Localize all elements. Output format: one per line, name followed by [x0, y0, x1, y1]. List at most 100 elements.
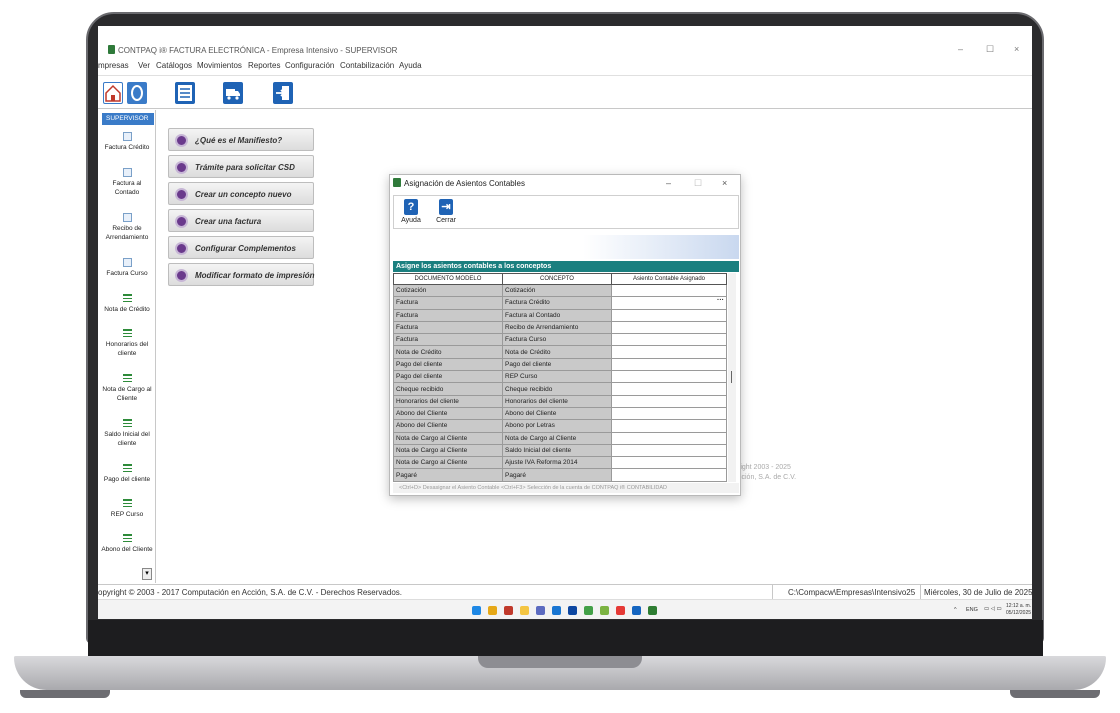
- app-green-icon[interactable]: [584, 606, 593, 615]
- help-button-manifiesto[interactable]: ¿Qué es el Manifiesto?: [168, 128, 314, 151]
- table-row[interactable]: Abono del Cliente Abono del Cliente: [393, 406, 727, 421]
- table-row[interactable]: Nota de Cargo al Cliente Ajuste IVA Refor…: [393, 456, 727, 470]
- app-blue-icon[interactable]: [568, 606, 577, 615]
- start-icon[interactable]: [472, 606, 481, 615]
- table-row[interactable]: Honorarios del cliente Honorarios del cli…: [393, 394, 727, 408]
- close-button[interactable]: ×: [1014, 44, 1019, 54]
- column-header[interactable]: CONCEPTO: [502, 273, 612, 285]
- cell-asiento[interactable]: [611, 370, 727, 384]
- table-row[interactable]: Factura Factura al Contado: [393, 308, 727, 322]
- table-row[interactable]: Cotización Cotización: [393, 283, 727, 298]
- sidebar-item-recibo-arrendamiento[interactable]: Recibo de Arrendamiento: [100, 213, 154, 242]
- app-info-icon[interactable]: [632, 606, 641, 615]
- table-row[interactable]: Pago del cliente Pago del cliente: [393, 357, 727, 372]
- menu-movimientos[interactable]: Movimientos: [197, 61, 242, 70]
- table-row[interactable]: Nota de Cargo al Cliente Nota de Cargo al…: [393, 431, 727, 445]
- dialog-close-button[interactable]: ×: [722, 178, 727, 188]
- cell-asiento[interactable]: [611, 308, 727, 322]
- column-header[interactable]: DOCUMENTO MODELO: [393, 273, 503, 285]
- sidebar-item-pago-cliente[interactable]: Pago del cliente: [100, 464, 154, 484]
- contpaq-icon[interactable]: [648, 606, 657, 615]
- cell-asiento[interactable]: [611, 419, 727, 433]
- sidebar-item-label: Saldo Inicial del cliente: [104, 431, 150, 447]
- help-button-crear-concepto[interactable]: Crear un concepto nuevo: [168, 182, 314, 205]
- help-button-crear-factura[interactable]: Crear una factura: [168, 209, 314, 232]
- home-icon[interactable]: [103, 82, 123, 104]
- app-lime-icon[interactable]: [600, 606, 609, 615]
- table-row[interactable]: Nota de Crédito Nota de Crédito: [393, 345, 727, 359]
- minimize-button[interactable]: –: [958, 44, 963, 54]
- sidebar-item-rep-curso[interactable]: REP Curso: [100, 499, 154, 519]
- column-header[interactable]: Asiento Contable Asignado: [611, 273, 727, 285]
- menu-reportes[interactable]: Reportes: [248, 61, 280, 70]
- sidebar-item-abono-cliente[interactable]: Abono del Cliente: [100, 534, 154, 554]
- sidebar-scroll-down-button[interactable]: ▾: [142, 568, 152, 580]
- cell-asiento[interactable]: [611, 456, 727, 470]
- cell-asiento[interactable]: [611, 357, 727, 372]
- help-button-formato-impresion[interactable]: Modificar formato de impresión: [168, 263, 315, 286]
- cell-asiento[interactable]: [611, 443, 727, 458]
- app-icon: [108, 45, 115, 54]
- table-row[interactable]: Factura Recibo de Arrendamiento: [393, 320, 727, 335]
- dialog-close-tool-button[interactable]: ⇥ Cerrar: [434, 199, 458, 224]
- sidebar-item-honorarios[interactable]: Honorarios del cliente: [100, 329, 154, 358]
- sidebar-item-factura-contado[interactable]: Factura al Contado: [100, 168, 154, 197]
- app-yellow-icon[interactable]: [520, 606, 529, 615]
- dialog-help-button[interactable]: ? Ayuda: [400, 199, 422, 224]
- table-row[interactable]: Pago del cliente REP Curso: [393, 370, 727, 384]
- app-red-icon[interactable]: [504, 606, 513, 615]
- tray-network-icon[interactable]: ▭ ◁ ▭: [984, 606, 1002, 612]
- menu-ver[interactable]: Ver: [138, 61, 150, 70]
- dialog-title: Asignación de Asientos Contables: [404, 179, 525, 188]
- table-row[interactable]: Nota de Cargo al Cliente Saldo Inicial de…: [393, 443, 727, 458]
- select-asiento-button[interactable]: ···: [717, 298, 724, 304]
- sidebar-item-saldo-inicial[interactable]: Saldo Inicial del cliente: [100, 419, 154, 448]
- app-titlebar: CONTPAQ i® FACTURA ELECTRÓNICA - Empresa…: [98, 42, 1032, 58]
- tray-time[interactable]: 12:12 a. m.: [1006, 603, 1031, 609]
- cell-asiento-selected[interactable]: ···: [611, 296, 727, 310]
- attachment-icon[interactable]: [127, 82, 147, 104]
- tray-chevron-icon[interactable]: ^: [954, 607, 957, 613]
- cell-asiento[interactable]: [611, 345, 727, 359]
- menu-configuracion[interactable]: Configuración: [285, 61, 334, 70]
- cell-asiento[interactable]: [611, 406, 727, 421]
- sidebar-item-nota-credito[interactable]: Nota de Crédito: [100, 294, 154, 314]
- app-purple-icon[interactable]: [536, 606, 545, 615]
- sidebar-item-nota-cargo[interactable]: Nota de Cargo al Cliente: [100, 374, 154, 403]
- cell-asiento[interactable]: [611, 431, 727, 445]
- dialog-maximize-button[interactable]: ☐: [694, 178, 702, 189]
- menu-empresas[interactable]: mpresas: [98, 61, 129, 70]
- dialog-minimize-button[interactable]: –: [666, 178, 671, 188]
- sidebar-item-factura-credito[interactable]: Factura Crédito: [100, 132, 154, 152]
- cell-asiento[interactable]: [611, 320, 727, 335]
- mail-icon[interactable]: [552, 606, 561, 615]
- menu-catalogos[interactable]: Catálogos: [156, 61, 192, 70]
- table-scrollbar[interactable]: [728, 273, 736, 482]
- cell-asiento[interactable]: [611, 468, 727, 482]
- cell-asiento[interactable]: [611, 283, 727, 298]
- cell-asiento[interactable]: [611, 394, 727, 408]
- chrome-icon[interactable]: [616, 606, 625, 615]
- scrollbar-thumb[interactable]: [731, 371, 732, 383]
- exit-icon[interactable]: [273, 82, 293, 104]
- table-row[interactable]: Factura Factura Crédito ···: [393, 296, 727, 310]
- table-row[interactable]: Pagaré Pagaré: [393, 468, 727, 482]
- table-row[interactable]: Cheque recibido Cheque recibido: [393, 382, 727, 396]
- cell-asiento[interactable]: [611, 382, 727, 396]
- status-path: C:\Compacw\Empresas\Intensivo25: [788, 588, 916, 597]
- sidebar-item-factura-curso[interactable]: Factura Curso: [100, 258, 154, 278]
- table-row[interactable]: Abono del Cliente Abono por Letras: [393, 419, 727, 433]
- help-button-tramite-csd[interactable]: Trámite para solicitar CSD: [168, 155, 314, 178]
- help-button-complementos[interactable]: Configurar Complementos: [168, 236, 314, 259]
- file-explorer-icon[interactable]: [488, 606, 497, 615]
- table-row[interactable]: Factura Factura Curso: [393, 333, 727, 347]
- tray-language[interactable]: ENG: [966, 607, 978, 613]
- maximize-button[interactable]: ☐: [986, 44, 994, 55]
- tray-date[interactable]: 05/12/2025: [1006, 610, 1031, 616]
- checklist-icon[interactable]: [175, 82, 195, 104]
- cell-asiento[interactable]: [611, 333, 727, 347]
- cell-concepto: Factura Crédito: [502, 296, 612, 310]
- menu-contabilizacion[interactable]: Contabilización: [340, 61, 394, 70]
- truck-icon[interactable]: [223, 82, 243, 104]
- menu-ayuda[interactable]: Ayuda: [399, 61, 422, 70]
